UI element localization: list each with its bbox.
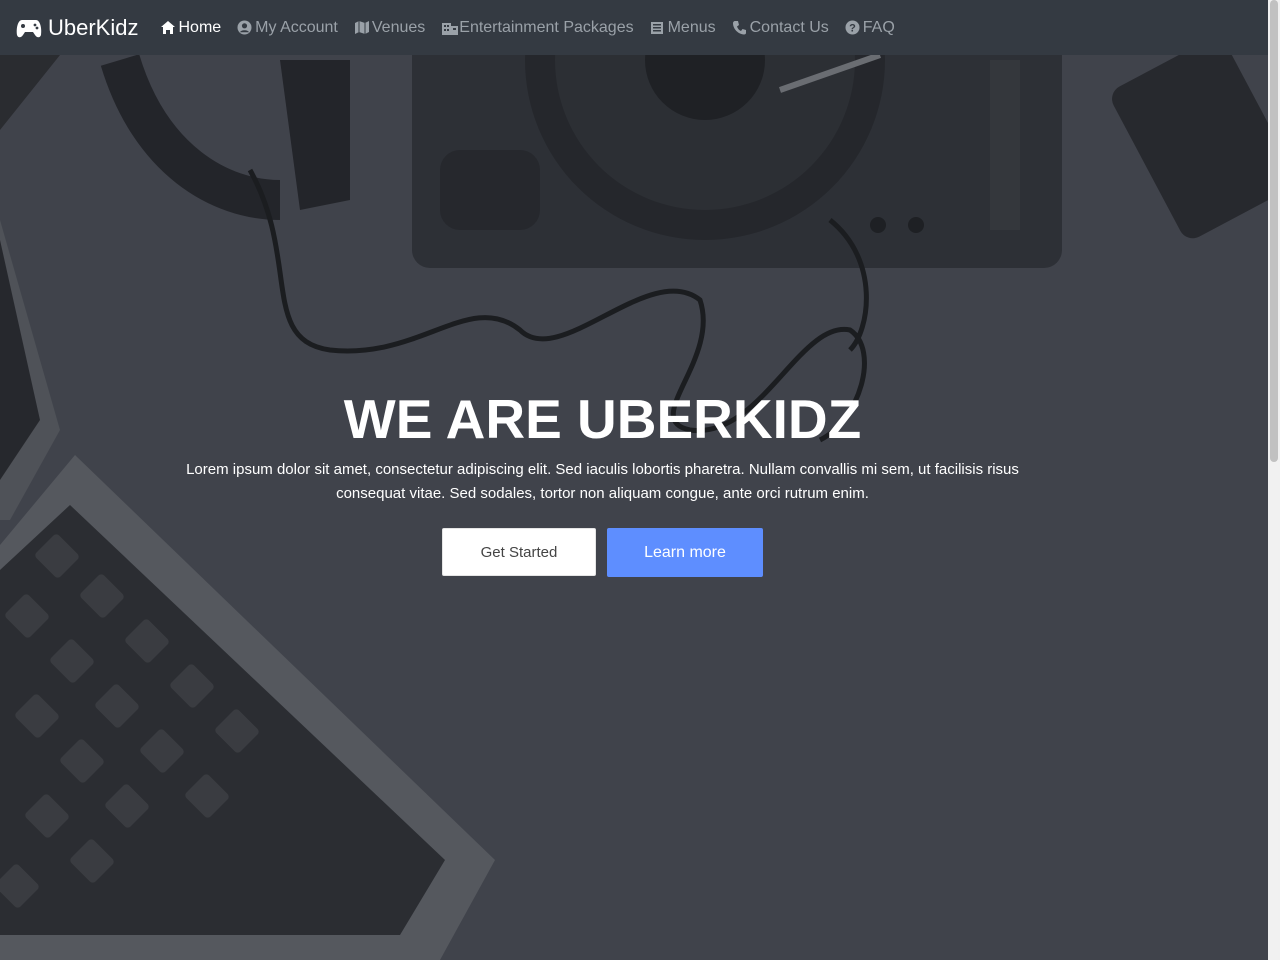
get-started-button[interactable]: Get Started [442,528,596,576]
nav-item-faq[interactable]: ? FAQ [845,19,895,37]
svg-text:?: ? [849,23,856,35]
nav-item-home-label: Home [178,18,222,36]
list-icon [650,20,665,35]
nav-item-menus[interactable]: Menus [650,19,716,37]
nav-item-contact-us-label: Contact Us [749,18,829,36]
nav-item-venues-label: Venues [371,18,426,36]
nav-item-entertainment-packages-label: Entertainment Packages [459,18,634,36]
user-circle-icon [237,20,252,35]
hero-description: Lorem ipsum dolor sit amet, consectetur … [186,461,1019,502]
brand-name: UberKidz [48,14,139,40]
nav-item-home[interactable]: Home [160,19,221,37]
learn-more-button[interactable]: Learn more [607,528,763,577]
hero-title: WE ARE UBERKIDZ [343,388,862,450]
nav-item-entertainment-packages[interactable]: Entertainment Packages [441,18,634,37]
nav-item-faq-label: FAQ [862,18,895,36]
hero-section: WE ARE UBERKIDZ Lorem ipsum dolor sit am… [0,380,1205,577]
page-scrollbar[interactable] [1268,0,1280,960]
question-circle-icon: ? [845,20,860,35]
nav-item-my-account[interactable]: My Account [237,19,338,37]
scrollbar-thumb[interactable] [1270,0,1278,462]
gamepad-icon [16,16,42,40]
page: UberKidz Home My Account Venues Entertai… [0,0,1280,960]
nav-item-venues[interactable]: Venues [354,19,425,37]
phone-icon [732,20,747,35]
map-icon [354,20,369,35]
brand-link[interactable]: UberKidz [16,15,138,41]
nav-menu: Home My Account Venues Entertainment Pac… [160,19,910,37]
home-icon [160,20,176,35]
top-navbar: UberKidz Home My Account Venues Entertai… [0,0,1268,55]
nav-item-my-account-label: My Account [255,18,338,36]
building-icon [441,20,459,35]
nav-item-contact-us[interactable]: Contact Us [732,19,829,37]
hero-buttons: Get Started Learn more [0,528,1205,577]
nav-item-menus-label: Menus [667,18,716,36]
